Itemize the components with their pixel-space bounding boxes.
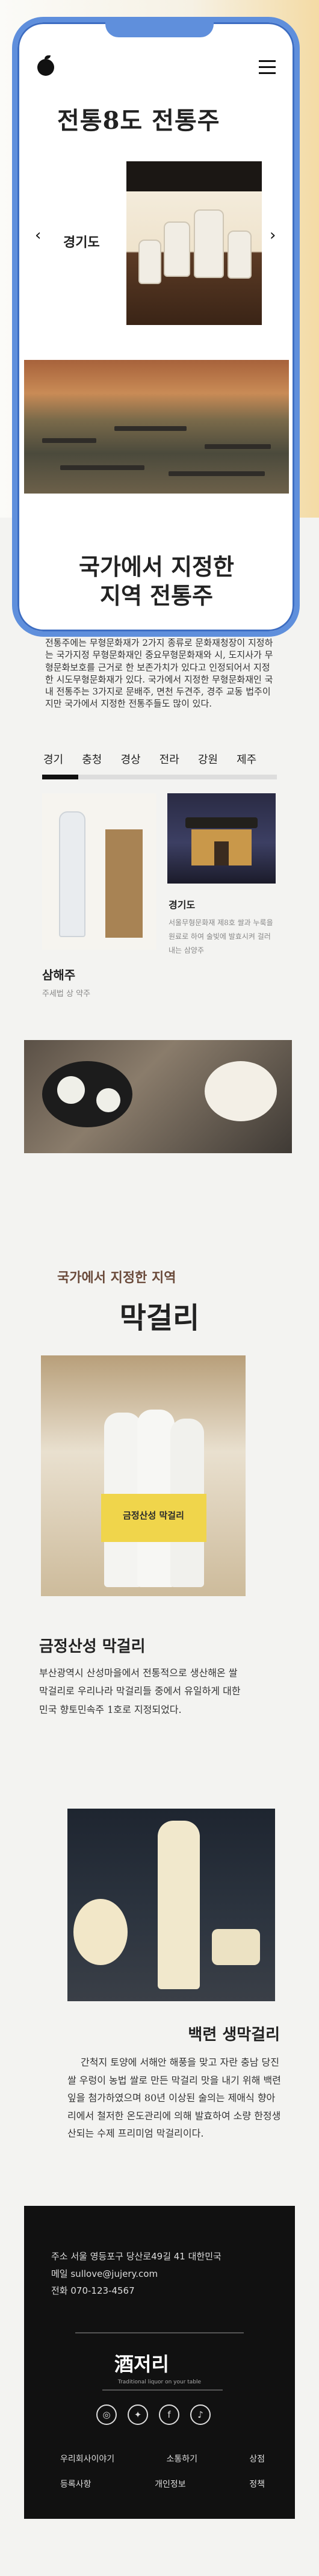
roof-shape: [42, 438, 96, 443]
phone-notch: [105, 17, 214, 37]
designated-heading-line1: 국가에서 지정한: [79, 553, 234, 580]
baekryeon-image[interactable]: [67, 1809, 275, 2001]
tiktok-icon[interactable]: ♪: [190, 2404, 211, 2425]
designated-description: 전통주에는 무형문화재가 2가지 종류로 문화재청장이 지정하는 국가지정 무형…: [45, 637, 273, 710]
roof-shape: [205, 444, 271, 449]
tab-chungcheong[interactable]: 충청: [82, 754, 102, 766]
footer-email[interactable]: 메일 sullove@jujery.com: [51, 2265, 221, 2283]
cup-shape: [96, 1088, 120, 1112]
product-meta: 주세법 상 약주: [42, 989, 91, 999]
product-meta: 서울무형문화재 제8호 쌀과 누룩을 원료로 하여 술빚에 발효시켜 걸러내는 …: [169, 918, 273, 955]
footer-logo[interactable]: 酒저리: [114, 2349, 169, 2377]
footer-link[interactable]: 정책: [249, 2478, 265, 2490]
tab-gyeongsang[interactable]: 경상: [120, 754, 140, 766]
twitter-icon[interactable]: ✦: [128, 2404, 148, 2425]
footer-logo-text: 저리: [134, 2353, 169, 2376]
makgeolli-item-desc: 부산광역시 산성마을에서 전통적으로 생산해온 쌀 막걸리로 우리나라 막걸리들…: [39, 1667, 241, 1715]
footer-divider: [102, 2389, 223, 2391]
makgeolli-item-name: 백련 생막걸리: [188, 2026, 280, 2044]
footer-link[interactable]: 등록사항: [60, 2478, 91, 2490]
footer-link[interactable]: 상점: [249, 2453, 265, 2465]
footer-phone[interactable]: 전화 070-123-4567: [51, 2282, 221, 2300]
roof-shape: [169, 471, 265, 476]
bottle-shape: [228, 231, 252, 279]
footer-logo-sub: Traditional liquor on your table: [117, 2379, 202, 2385]
footer: 주소 서울 영등포구 당산로49길 41 대한민국 메일 sullove@juj…: [24, 2206, 295, 2519]
rice-bowl-shape: [205, 1061, 277, 1121]
makgeolli-title: 막걸리: [119, 1301, 200, 1335]
bottle-shape: [194, 209, 224, 278]
social-links: ◎ ✦ f ♪: [96, 2404, 211, 2425]
cup-shape: [212, 1929, 260, 1965]
product-image-samhaeju[interactable]: [42, 793, 156, 950]
geumjeongsan-image[interactable]: 금정산성 막걸리: [41, 1355, 246, 1596]
tab-gangwon[interactable]: 강원: [198, 754, 218, 766]
makgeolli-subtitle: 국가에서 지정한 지역: [57, 1270, 176, 1286]
makgeolli-item-name: 금정산성 막걸리: [39, 1638, 146, 1656]
bottle-shape: [164, 221, 190, 277]
makgeolli-item-desc: 간척지 토양에 서해안 해풍을 맞고 자란 충남 당진 쌀 우렁이 농법 쌀로 …: [67, 2057, 281, 2140]
logo-circle: [37, 59, 54, 76]
tab-jeju[interactable]: 제주: [237, 754, 256, 766]
region-tabs: 경기 충청 경상 전라 강원 제주: [43, 751, 284, 767]
bottle-shape: [59, 811, 85, 937]
footer-divider: [75, 2332, 244, 2333]
hanok-village-image: [24, 360, 289, 494]
gift-box-shape: [105, 829, 143, 938]
slider-region-label: 경기도: [63, 235, 100, 250]
menu-icon[interactable]: [259, 60, 276, 78]
footer-address: 주소 서울 영등포구 당산로49길 41 대한민국: [51, 2251, 221, 2262]
chevron-right-icon[interactable]: ›: [270, 226, 276, 244]
instagram-icon[interactable]: ◎: [96, 2404, 117, 2425]
bottle-shape: [158, 1821, 200, 1989]
tab-jeolla[interactable]: 전라: [160, 754, 179, 766]
footer-info: 주소 서울 영등포구 당산로49길 41 대한민국 메일 sullove@juj…: [51, 2248, 221, 2300]
product-image-gyeonggi[interactable]: [167, 793, 276, 884]
bottle-shape: [138, 240, 161, 284]
designated-heading: 국가에서 지정한 지역 전통주: [24, 553, 289, 610]
slider-product-image: [126, 161, 262, 325]
tab-gyeonggi[interactable]: 경기: [43, 754, 63, 766]
chevron-left-icon[interactable]: ‹: [35, 226, 41, 244]
product-name: 삼해주: [42, 968, 76, 982]
rice-bowls-image: [24, 1040, 292, 1153]
footer-links: 우리회사이야기 소통하기 상점 등록사항 개인정보 정책: [60, 2453, 265, 2490]
photo-shadow: [126, 161, 262, 191]
facebook-icon[interactable]: f: [159, 2404, 179, 2425]
product-name: 경기도: [169, 899, 196, 911]
tab-active-indicator: [42, 775, 78, 779]
footer-link[interactable]: 소통하기: [166, 2453, 197, 2465]
designated-heading-line2: 지역 전통주: [99, 581, 214, 609]
roof-shape: [60, 465, 144, 470]
roof-shape: [114, 426, 187, 431]
footer-link[interactable]: 개인정보: [155, 2478, 186, 2490]
bottle-label-text: 금정산성 막걸리: [123, 1510, 184, 1521]
cup-shape: [57, 1076, 85, 1104]
footer-link[interactable]: 우리회사이야기: [60, 2453, 114, 2465]
page-title: 전통8도 전통주: [57, 107, 220, 135]
roof-shape: [185, 817, 258, 828]
flower-shape: [73, 1899, 128, 1965]
footer-logo-han: 酒: [114, 2353, 134, 2376]
door-shape: [214, 841, 229, 865]
